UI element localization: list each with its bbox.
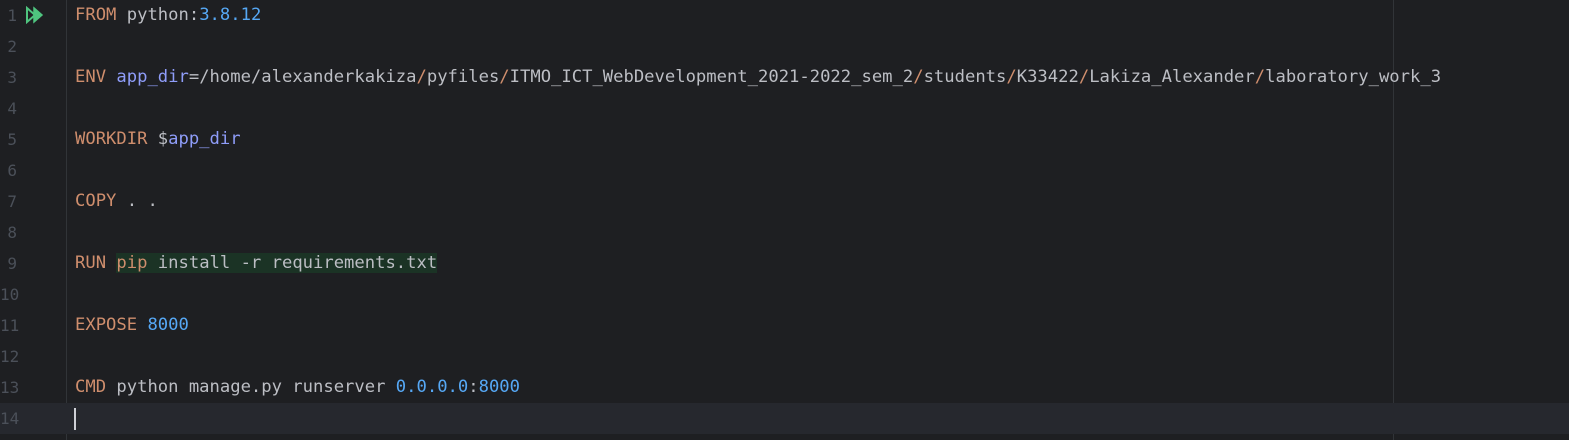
code-line-7[interactable]: 7 COPY . . <box>0 186 1569 217</box>
code-editor[interactable]: 1 FROM python:3.8.12 2 3 ENV app_dir=/ho… <box>0 0 1569 440</box>
line-number: 13 <box>0 378 20 397</box>
path-segment: K33422 <box>1016 67 1079 87</box>
code-text[interactable]: COPY . . <box>75 186 158 217</box>
path-segment: laboratory_work_3 <box>1265 67 1442 87</box>
code-line-3[interactable]: 3 ENV app_dir=/home/alexanderkakiza/pyfi… <box>0 62 1569 93</box>
code-line-2[interactable]: 2 <box>0 31 1569 62</box>
image-version: 3.8.12 <box>199 5 262 25</box>
line-number: 3 <box>7 68 17 87</box>
line-number: 9 <box>7 254 17 273</box>
dollar-sign: $ <box>147 129 169 149</box>
code-line-9[interactable]: 9 RUN pip install -r requirements.txt <box>0 248 1569 279</box>
code-text[interactable]: RUN pip install -r requirements.txt <box>75 248 438 279</box>
pip-args: install -r requirements.txt <box>147 253 438 273</box>
line-number: 11 <box>0 316 20 335</box>
code-text[interactable]: FROM python:3.8.12 <box>75 0 261 31</box>
line-number: 4 <box>7 99 17 118</box>
code-text[interactable]: WORKDIR $app_dir <box>75 124 241 155</box>
env-var-reference: app_dir <box>168 129 241 149</box>
line-number: 7 <box>7 192 17 211</box>
run-command-highlight: pip install -r requirements.txt <box>116 253 438 273</box>
code-text[interactable]: EXPOSE 8000 <box>75 310 189 341</box>
path-separator: / <box>416 67 427 87</box>
keyword-workdir: WORKDIR <box>75 129 148 149</box>
code-line-10[interactable]: 10 <box>0 279 1569 310</box>
keyword-env: ENV <box>75 67 107 87</box>
port-number: 8000 <box>147 315 189 335</box>
host-address: 0.0.0.0 <box>395 377 469 397</box>
text-caret <box>74 408 76 430</box>
code-line-13[interactable]: 13 CMD python manage.py runserver 0.0.0.… <box>0 372 1569 403</box>
keyword-copy: COPY <box>75 191 117 211</box>
cmd-args: python manage.py runserver <box>106 377 396 397</box>
pip-command: pip <box>116 253 148 273</box>
code-line-12[interactable]: 12 <box>0 341 1569 372</box>
keyword-expose: EXPOSE <box>75 315 138 335</box>
path-separator: / <box>913 67 924 87</box>
code-line-4[interactable]: 4 <box>0 93 1569 124</box>
keyword-cmd: CMD <box>75 377 107 397</box>
line-number: 6 <box>7 161 17 180</box>
code-line-11[interactable]: 11 EXPOSE 8000 <box>0 310 1569 341</box>
code-line-1[interactable]: 1 FROM python:3.8.12 <box>0 0 1569 31</box>
code-text[interactable]: ENV app_dir=/home/alexanderkakiza/pyfile… <box>75 62 1441 93</box>
colon: : <box>468 377 479 397</box>
code-line-14-current[interactable]: 14 <box>0 403 1569 434</box>
path-segment: =/home/alexanderkakiza <box>188 67 417 87</box>
path-separator: / <box>1254 67 1266 87</box>
path-segment: ITMO_ICT_WebDevelopment_2021-2022_sem_2 <box>509 67 914 87</box>
line-number: 1 <box>7 6 17 25</box>
code-line-5[interactable]: 5 WORKDIR $app_dir <box>0 124 1569 155</box>
line-number: 10 <box>0 285 20 304</box>
double-play-icon[interactable] <box>25 5 45 25</box>
line-number: 2 <box>7 37 17 56</box>
path-segment: pyfiles <box>426 67 500 87</box>
line-number: 12 <box>0 347 20 366</box>
path-separator: / <box>499 67 510 87</box>
code-line-6[interactable]: 6 <box>0 155 1569 186</box>
copy-args: . . <box>116 191 158 211</box>
line-number: 8 <box>7 223 17 242</box>
code-text[interactable]: CMD python manage.py runserver 0.0.0.0:8… <box>75 372 520 403</box>
code-line-8[interactable]: 8 <box>0 217 1569 248</box>
image-name: python: <box>116 5 200 25</box>
port-number: 8000 <box>478 377 520 397</box>
line-number: 14 <box>0 409 20 428</box>
path-segment: students <box>923 67 1007 87</box>
path-separator: / <box>1078 67 1090 87</box>
line-number: 5 <box>7 130 17 149</box>
path-segment: Lakiza_Alexander <box>1089 67 1255 87</box>
env-var-name: app_dir <box>116 67 189 87</box>
keyword-run: RUN <box>75 253 107 273</box>
path-separator: / <box>1006 67 1017 87</box>
keyword-from: FROM <box>75 5 117 25</box>
